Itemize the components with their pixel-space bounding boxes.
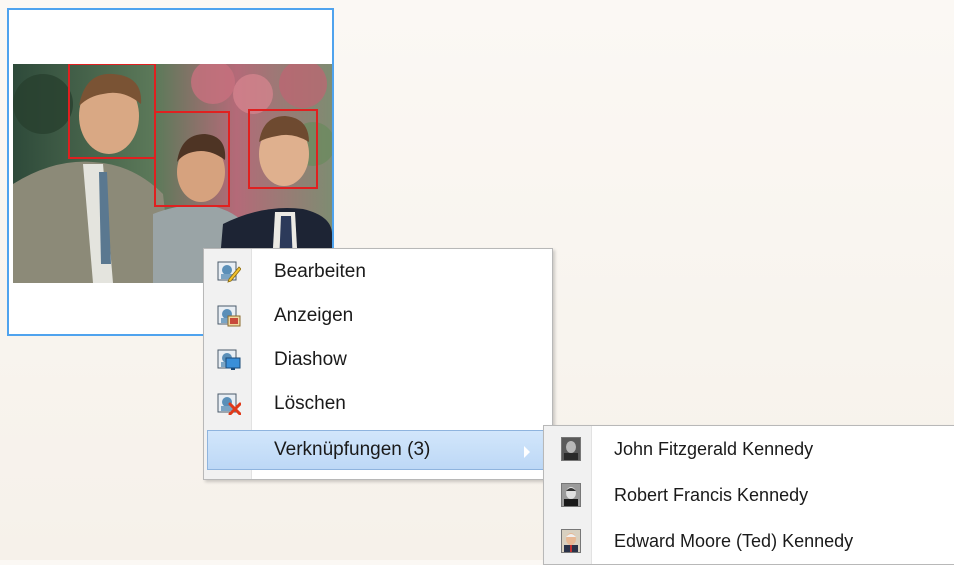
menu-item-anzeigen[interactable]: Anzeigen [207,296,549,336]
menu-item-label: Diashow [274,349,347,370]
submenu-arrow-icon [524,446,530,458]
menu-item-verknuepfungen[interactable]: Verknüpfungen (3) [207,430,549,470]
person-thumbnail-icon [561,437,581,461]
view-photo-icon [217,305,241,327]
submenu-item-robert-francis-kennedy[interactable]: Robert Francis Kennedy [547,474,954,516]
linked-people-submenu: John Fitzgerald Kennedy Robert Francis K… [543,425,954,565]
submenu-item-label: Edward Moore (Ted) Kennedy [614,531,854,551]
menu-item-loeschen[interactable]: Löschen [207,384,549,424]
submenu-item-label: John Fitzgerald Kennedy [614,439,814,459]
menu-item-label: Verknüpfungen (3) [274,439,431,460]
photo-context-menu: Bearbeiten Anzeigen Diashow Löschen Verk… [203,248,553,480]
menu-item-label: Anzeigen [274,305,354,326]
menu-item-label: Löschen [274,393,346,414]
submenu-item-label: Robert Francis Kennedy [614,485,809,505]
menu-item-diashow[interactable]: Diashow [207,340,549,380]
slideshow-icon [217,349,241,371]
delete-photo-icon [217,393,242,416]
menu-item-label: Bearbeiten [274,261,366,282]
submenu-item-edward-moore-ted-kennedy[interactable]: Edward Moore (Ted) Kennedy [547,520,954,562]
person-thumbnail-icon [561,529,581,553]
submenu-item-john-fitzgerald-kennedy[interactable]: John Fitzgerald Kennedy [547,428,954,470]
edit-photo-icon [217,261,242,283]
menu-item-bearbeiten[interactable]: Bearbeiten [207,252,549,292]
person-thumbnail-icon [561,483,581,507]
